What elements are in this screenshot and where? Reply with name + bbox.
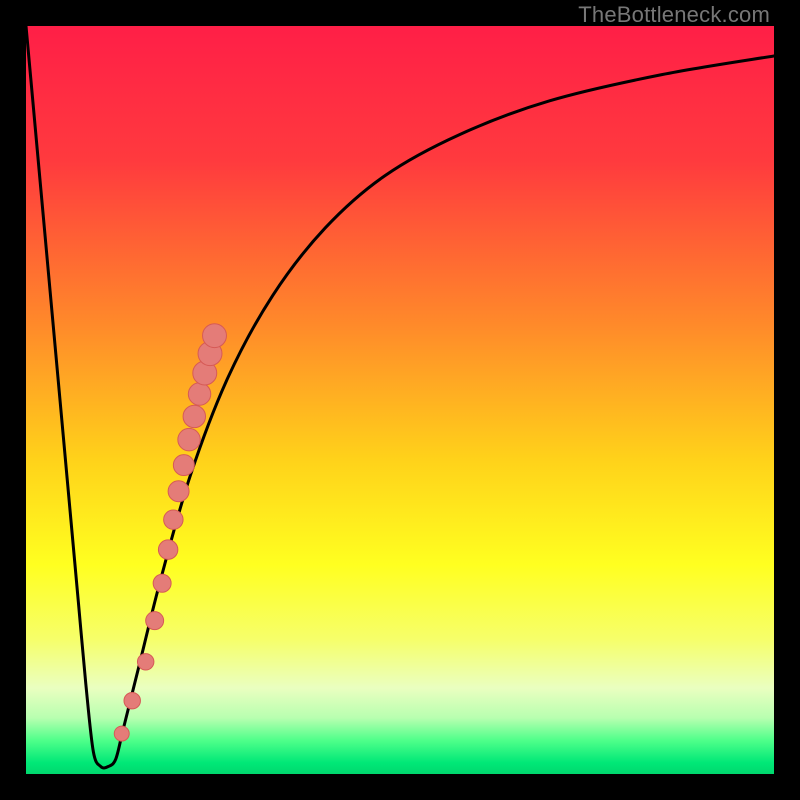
chart-frame: [0, 0, 800, 800]
marker-dot: [153, 574, 171, 592]
marker-dot: [164, 510, 183, 529]
marker-dot: [183, 405, 205, 427]
marker-dot: [178, 428, 200, 450]
marker-dot: [137, 654, 153, 670]
marker-dot: [168, 481, 189, 502]
marker-dot: [146, 612, 164, 630]
marker-dot: [188, 383, 210, 405]
marker-dot: [124, 692, 140, 708]
marker-dot: [158, 540, 177, 559]
marker-dot: [173, 455, 194, 476]
plot-area: [26, 26, 774, 774]
marker-dot: [203, 324, 227, 348]
chart-svg: [26, 26, 774, 774]
marker-dot: [114, 726, 129, 741]
